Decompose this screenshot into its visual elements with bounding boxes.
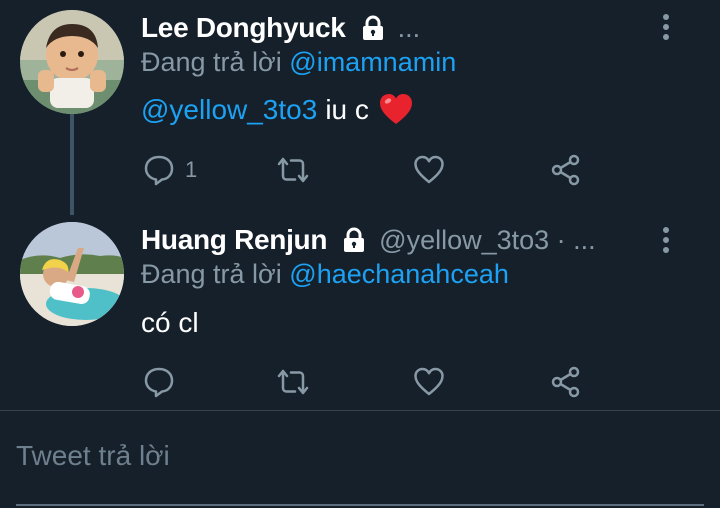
reply-icon [144,367,174,398]
replying-to-label: Đang trả lời [141,47,282,77]
display-name[interactable]: Huang Renjun [141,224,327,256]
tweet-text: @yellow_3to3 iu c [141,92,413,128]
share-button[interactable] [549,152,583,188]
retweet-button[interactable] [275,152,311,188]
share-button[interactable] [549,364,583,400]
heart-emoji [379,93,413,127]
reply-input-underline [16,504,704,506]
user-handle[interactable]: @yellow_3to3 · ... [379,225,596,256]
tweet-header: Huang Renjun @yellow_3to3 · ... [141,223,596,257]
tweet-text-content: iu c [325,94,369,125]
replying-to-label: Đang trả lời [141,259,282,289]
display-name[interactable]: Lee Donghyuck [141,12,346,44]
retweet-icon [277,157,309,183]
reply-count: 1 [185,157,198,182]
reply-icon [144,155,174,186]
replying-to-line: Đang trả lời @imamnamin [141,47,456,78]
avatar[interactable] [20,222,124,326]
like-icon [414,155,444,184]
lock-icon [341,227,367,253]
user-handle[interactable]: ... [398,13,421,44]
more-vertical-icon[interactable] [660,12,672,42]
avatar[interactable] [20,10,124,114]
replying-to-line: Đang trả lời @haechanahceah [141,259,509,290]
more-vertical-icon[interactable] [660,225,672,255]
avatar-photo-beach [20,222,124,326]
tweet-actions [141,364,601,400]
reply-button[interactable] [143,364,185,400]
thread-connector-line [70,114,74,214]
tweet-header: Lee Donghyuck ... [141,11,420,45]
share-icon [551,366,580,398]
replying-to-mention[interactable]: @haechanahceah [289,259,509,289]
like-button[interactable] [413,152,445,188]
reply-button[interactable]: 1 [143,152,197,188]
avatar-photo-child [20,10,124,114]
tweet-mention[interactable]: @yellow_3to3 [141,94,317,126]
tweet-actions: 1 [141,152,601,188]
like-icon [414,367,444,396]
tweet-huang-renjun[interactable]: Huang Renjun @yellow_3to3 · ... Đang trả… [0,205,720,410]
retweet-icon [277,369,309,395]
tweet-text: có cl [141,305,199,341]
like-button[interactable] [413,364,445,400]
lock-icon [360,15,386,41]
reply-composer-input[interactable]: Tweet trả lời [16,440,170,472]
composer-divider [0,410,720,411]
retweet-button[interactable] [275,364,311,400]
tweet-text-content: có cl [141,307,199,338]
share-icon [551,154,580,186]
tweet-lee-donghyuck[interactable]: Lee Donghyuck ... Đang trả lời @imamnami… [0,0,720,214]
replying-to-mention[interactable]: @imamnamin [289,47,456,77]
thread-connector-line [70,205,74,215]
